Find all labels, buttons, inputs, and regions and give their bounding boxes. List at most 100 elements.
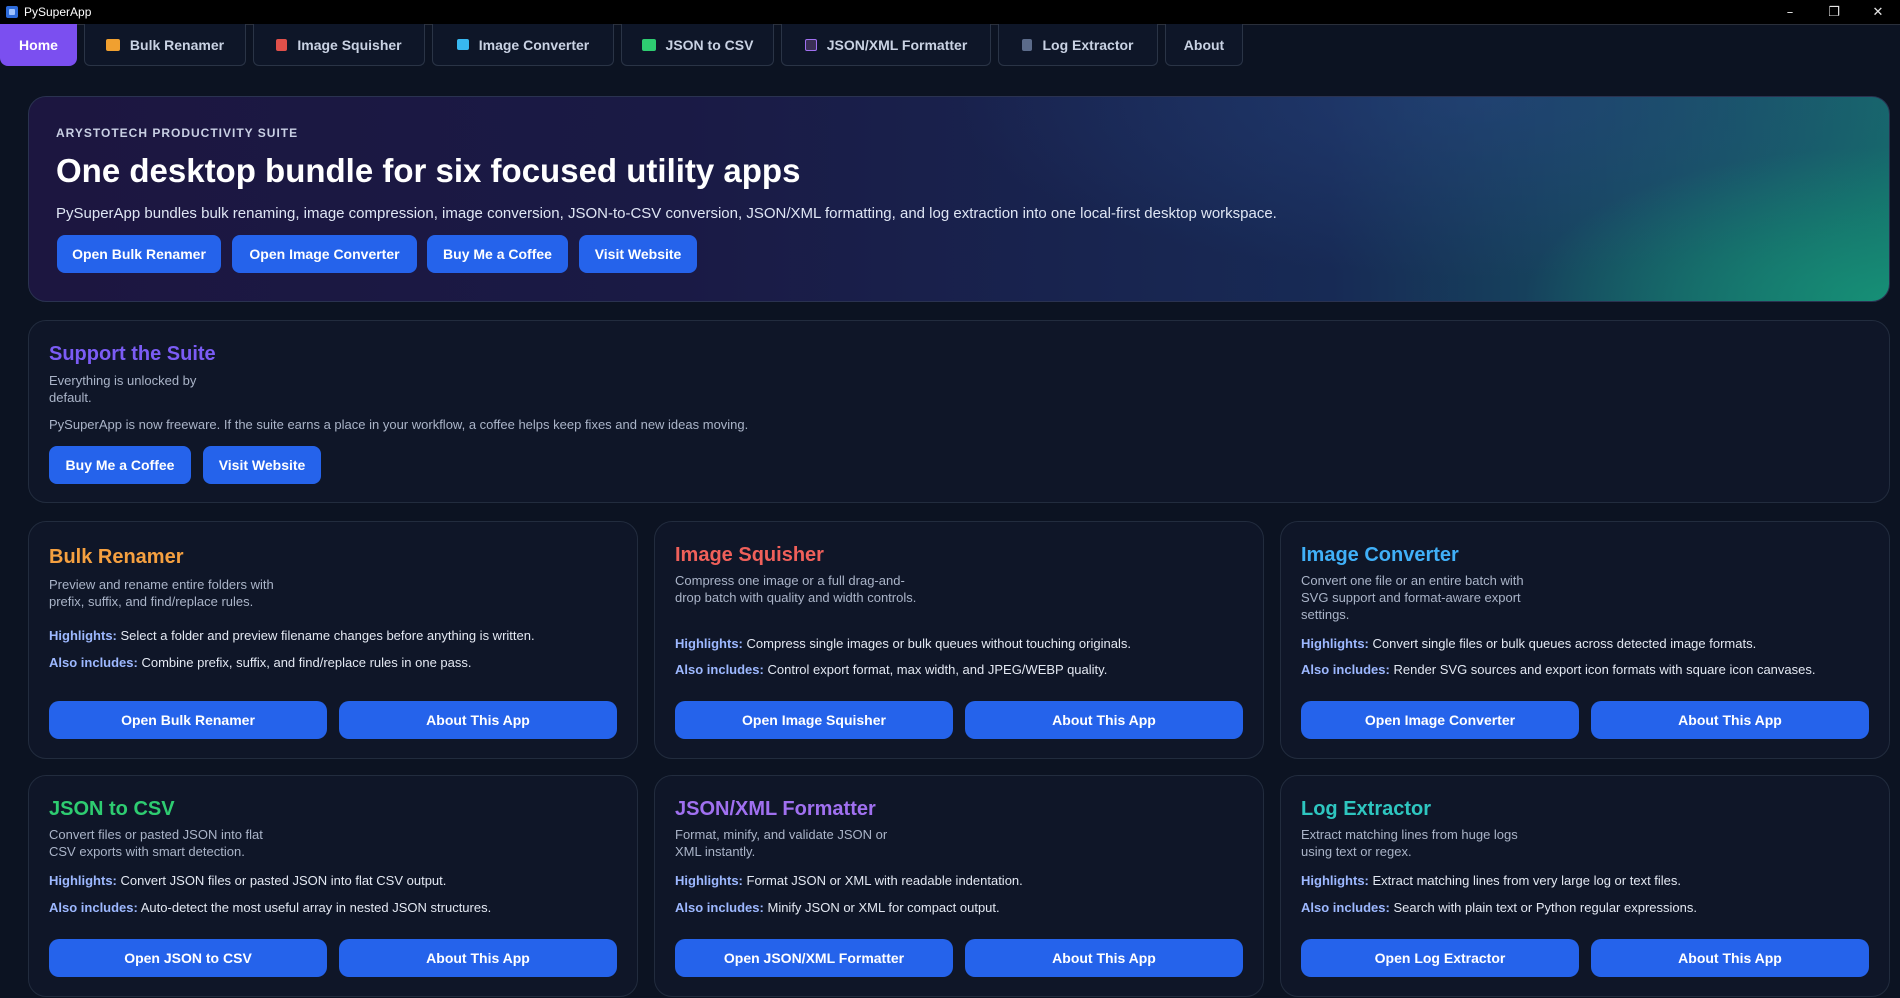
app-description: Convert one file or an entire batch with… [1301,573,1524,622]
open-image-converter-card-button[interactable]: Open Image Converter [1301,701,1579,739]
tab-image-squisher[interactable]: Image Squisher [253,24,425,66]
converter-icon [456,39,469,50]
app-highlights: Highlights: Compress single images or bu… [675,636,1131,651]
app-description: Format, minify, and validate JSON or XML… [675,827,888,859]
highlights-label: Highlights: [1301,636,1369,651]
tab-label: Image Converter [478,36,590,53]
also-label: Also includes: [1301,900,1390,915]
app-title: JSON to CSV [49,798,175,820]
app-highlights: Highlights: Format JSON or XML with read… [675,873,1023,888]
app-title: JSON/XML Formatter [675,798,876,820]
support-subtitle: Everything is unlocked by default. [49,373,197,405]
log-icon [1022,38,1033,51]
app-highlights: Highlights: Convert JSON files or pasted… [49,873,446,888]
also-label: Also includes: [49,900,138,915]
app-also-includes: Also includes: Minify JSON or XML for co… [675,900,1000,915]
also-label: Also includes: [1301,662,1390,677]
tab-home[interactable]: Home [0,24,77,66]
app-title: Image Converter [1301,544,1459,566]
tab-bar: Home Bulk Renamer Image Squisher Image C… [0,24,1900,68]
about-image-converter-button[interactable]: About This App [1591,701,1869,739]
about-json-to-csv-button[interactable]: About This App [339,939,617,977]
about-bulk-renamer-button[interactable]: About This App [339,701,617,739]
app-highlights: Highlights: Select a folder and preview … [49,628,535,643]
tab-json-xml-formatter[interactable]: JSON/XML Formatter [781,24,991,66]
also-text: Combine prefix, suffix, and find/replace… [141,655,472,670]
window-titlebar: PySuperApp – ❐ ✕ [0,0,1900,25]
json-csv-icon [641,38,656,51]
tab-label: About [1183,36,1225,53]
maximize-icon[interactable]: ❐ [1812,0,1856,24]
window-controls: – ❐ ✕ [1768,0,1900,24]
also-text: Search with plain text or Python regular… [1393,900,1697,915]
also-text: Render SVG sources and export icon forma… [1393,662,1816,677]
visit-website-button[interactable]: Visit Website [579,235,697,273]
close-icon[interactable]: ✕ [1856,0,1900,24]
about-log-extractor-button[interactable]: About This App [1591,939,1869,977]
highlights-text: Convert JSON files or pasted JSON into f… [120,873,447,888]
tab-log-extractor[interactable]: Log Extractor [998,24,1158,66]
highlights-label: Highlights: [49,628,117,643]
app-description: Convert files or pasted JSON into flat C… [49,827,263,859]
tab-json-to-csv[interactable]: JSON to CSV [621,24,774,66]
tab-label: Image Squisher [297,36,402,53]
app-also-includes: Also includes: Search with plain text or… [1301,900,1697,915]
open-bulk-renamer-card-button[interactable]: Open Bulk Renamer [49,701,327,739]
app-description: Preview and rename entire folders with p… [49,577,274,609]
tab-about[interactable]: About [1165,24,1243,66]
support-buy-coffee-button[interactable]: Buy Me a Coffee [49,446,191,484]
open-image-squisher-card-button[interactable]: Open Image Squisher [675,701,953,739]
open-bulk-renamer-button[interactable]: Open Bulk Renamer [57,235,221,273]
open-json-to-csv-card-button[interactable]: Open JSON to CSV [49,939,327,977]
highlights-text: Select a folder and preview filename cha… [120,628,535,643]
app-also-includes: Also includes: Control export format, ma… [675,662,1107,677]
support-title: Support the Suite [49,343,216,365]
formatter-icon [804,38,817,51]
about-image-squisher-button[interactable]: About This App [965,701,1243,739]
app-icon [6,6,18,18]
highlights-label: Highlights: [49,873,117,888]
tab-label: Home [19,36,58,53]
tab-bulk-renamer[interactable]: Bulk Renamer [84,24,246,66]
hero-eyebrow: ARYSTOTECH PRODUCTIVITY SUITE [56,126,299,140]
support-body: PySuperApp is now freeware. If the suite… [49,417,749,432]
tab-label: Log Extractor [1042,36,1134,53]
about-json-xml-formatter-button[interactable]: About This App [965,939,1243,977]
highlights-label: Highlights: [675,636,743,651]
also-label: Also includes: [49,655,138,670]
open-image-converter-button[interactable]: Open Image Converter [232,235,417,273]
app-title: Bulk Renamer [49,546,184,568]
buy-me-a-coffee-button[interactable]: Buy Me a Coffee [427,235,568,273]
also-text: Control export format, max width, and JP… [767,662,1108,677]
support-visit-website-button[interactable]: Visit Website [203,446,321,484]
tab-image-converter[interactable]: Image Converter [432,24,614,66]
app-highlights: Highlights: Convert single files or bulk… [1301,636,1756,651]
hero-description: PySuperApp bundles bulk renaming, image … [56,205,1277,222]
highlights-label: Highlights: [1301,873,1369,888]
app-highlights: Highlights: Extract matching lines from … [1301,873,1681,888]
app-also-includes: Also includes: Auto-detect the most usef… [49,900,491,915]
app-title: Log Extractor [1301,798,1432,820]
app-description: Compress one image or a full drag-and-dr… [675,573,917,605]
open-log-extractor-card-button[interactable]: Open Log Extractor [1301,939,1579,977]
app-also-includes: Also includes: Combine prefix, suffix, a… [49,655,471,670]
squisher-icon [276,38,288,51]
tab-label: JSON to CSV [665,36,754,53]
also-text: Auto-detect the most useful array in nes… [140,900,492,915]
also-text: Minify JSON or XML for compact output. [767,900,1000,915]
tab-label: Bulk Renamer [129,36,225,53]
app-also-includes: Also includes: Render SVG sources and ex… [1301,662,1815,677]
minimize-icon[interactable]: – [1768,0,1812,24]
folder-icon [105,38,120,51]
app-description: Extract matching lines from huge logs us… [1301,827,1518,859]
hero-title: One desktop bundle for six focused utili… [56,152,801,189]
app-title: Image Squisher [675,544,824,566]
open-json-xml-formatter-card-button[interactable]: Open JSON/XML Formatter [675,939,953,977]
tab-label: JSON/XML Formatter [826,36,968,53]
highlights-text: Format JSON or XML with readable indenta… [746,873,1023,888]
window-title: PySuperApp [24,5,92,19]
highlights-text: Compress single images or bulk queues wi… [746,636,1131,651]
highlights-label: Highlights: [675,873,743,888]
highlights-text: Convert single files or bulk queues acro… [1372,636,1757,651]
also-label: Also includes: [675,662,764,677]
